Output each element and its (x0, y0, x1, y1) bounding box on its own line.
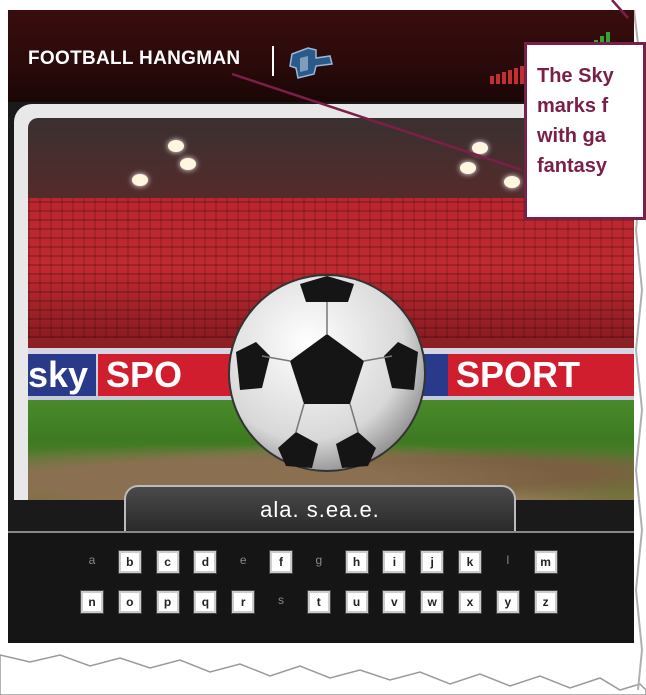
key-x[interactable]: x (458, 590, 482, 614)
key-r[interactable]: r (231, 590, 256, 614)
floodlight (180, 158, 196, 170)
key-o[interactable]: o (117, 590, 142, 614)
key-s: s (278, 593, 284, 607)
key-c[interactable]: c (155, 550, 180, 574)
key-q[interactable]: q (193, 590, 218, 614)
key-b[interactable]: b (117, 550, 142, 574)
key-j[interactable]: j (420, 550, 445, 574)
title-divider (272, 46, 274, 76)
masked-word: ala. s.ea.e. (260, 497, 380, 522)
key-h[interactable]: h (344, 550, 369, 574)
brand-logo-icon (289, 47, 333, 79)
key-g: g (315, 553, 323, 567)
ad-sports-right: SPORT (448, 354, 634, 396)
key-l: l (506, 553, 510, 567)
key-i[interactable]: i (382, 550, 407, 574)
callout-line-2: marks f (537, 95, 609, 117)
callout-text: The Sky marks f with ga fantasy (537, 61, 643, 181)
word-panel: ala. s.ea.e. (124, 485, 516, 531)
key-e: e (239, 553, 247, 567)
key-d[interactable]: d (193, 550, 218, 574)
floodlight (472, 142, 488, 154)
key-u[interactable]: u (344, 590, 369, 614)
floodlight (460, 162, 476, 174)
key-z[interactable]: z (533, 590, 558, 614)
key-y[interactable]: y (495, 590, 520, 614)
key-m[interactable]: m (533, 550, 558, 574)
callout-line-1: The Sky (537, 65, 614, 87)
key-p[interactable]: p (155, 590, 180, 614)
callout-line-4: fantasy (537, 155, 608, 177)
key-k[interactable]: k (458, 550, 482, 574)
callout-line-3: with ga (537, 125, 606, 147)
annotation-callout: The Sky marks f with ga fantasy (524, 42, 646, 220)
key-v[interactable]: v (382, 590, 407, 614)
letter-keyboard: a bcd e f g hijk l m nopqr s tuvwxyz (8, 531, 634, 643)
game-title: FOOTBALL HANGMAN (28, 48, 241, 69)
key-w[interactable]: w (420, 590, 445, 614)
floodlight (132, 174, 148, 186)
key-t[interactable]: t (306, 590, 331, 614)
ad-sky-logo: sky (28, 354, 96, 396)
key-n[interactable]: n (80, 590, 104, 614)
key-f[interactable]: f (269, 550, 293, 574)
floodlight (168, 140, 184, 152)
floodlight (504, 176, 520, 188)
key-a: a (88, 553, 96, 567)
soccer-ball (228, 274, 426, 472)
